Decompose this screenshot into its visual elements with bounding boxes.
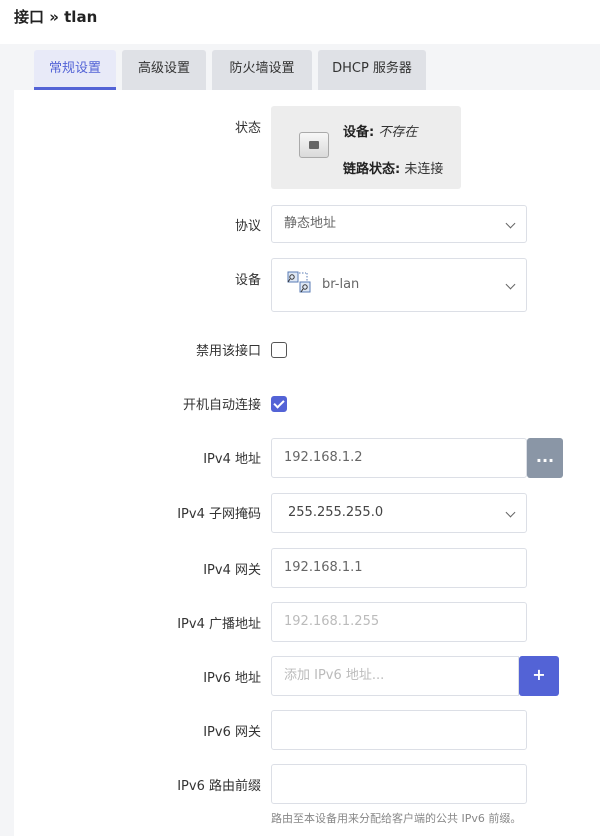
ipv6-gateway-label: IPv6 网关 xyxy=(203,725,261,740)
ipv4-broadcast-input[interactable]: 192.168.1.255 xyxy=(271,602,527,642)
status-device-key: 设备: xyxy=(343,125,375,140)
status-link-value: 未连接 xyxy=(404,162,444,177)
ipv4-address-more-button[interactable]: ... xyxy=(527,438,563,478)
status-device-line: 设备: 不存在 xyxy=(343,121,417,140)
page-title: 接口 » tlan xyxy=(14,8,98,26)
ipv4-gateway-label: IPv4 网关 xyxy=(203,563,261,578)
status-label: 状态 xyxy=(234,121,261,136)
ethernet-port-icon xyxy=(299,132,329,158)
device-label: 设备 xyxy=(234,273,261,288)
ipv4-address-input[interactable]: 192.168.1.2 xyxy=(271,438,527,478)
ipv6-add-button[interactable]: + xyxy=(519,656,559,696)
status-box: 设备: 不存在 链路状态: 未连接 xyxy=(271,106,461,189)
auto-start-checkbox[interactable] xyxy=(271,396,287,412)
ipv4-broadcast-label: IPv4 广播地址 xyxy=(177,617,261,632)
chevron-down-icon xyxy=(505,279,516,290)
device-select[interactable]: br-lan xyxy=(271,258,527,312)
protocol-label: 协议 xyxy=(234,219,261,234)
ipv4-address-label: IPv4 地址 xyxy=(203,452,261,467)
ipv4-gateway-input[interactable]: 192.168.1.1 xyxy=(271,548,527,588)
status-link-line: 链路状态: 未连接 xyxy=(343,158,443,177)
protocol-select[interactable]: 静态地址 xyxy=(271,205,527,243)
ipv4-netmask-value: 255.255.255.0 xyxy=(288,505,384,520)
ipv6-address-label: IPv6 地址 xyxy=(203,671,261,686)
tab-bar: 常规设置 高级设置 防火墙设置 DHCP 服务器 xyxy=(34,50,426,90)
disable-interface-checkbox[interactable] xyxy=(271,342,287,358)
disable-interface-label: 禁用该接口 xyxy=(195,344,261,359)
ipv4-netmask-select[interactable]: 255.255.255.0 xyxy=(271,493,527,533)
protocol-value: 静态地址 xyxy=(284,216,337,231)
tab-general[interactable]: 常规设置 xyxy=(34,50,116,90)
ipv6-prefix-hint: 路由至本设备用来分配给客户端的公共 IPv6 前缀。 xyxy=(271,812,522,825)
ipv6-address-input[interactable]: 添加 IPv6 地址... xyxy=(271,656,519,696)
auto-start-label: 开机自动连接 xyxy=(182,398,261,413)
ipv6-prefix-label: IPv6 路由前缀 xyxy=(177,779,261,794)
ipv4-netmask-label: IPv4 子网掩码 xyxy=(177,507,261,522)
tab-dhcp[interactable]: DHCP 服务器 xyxy=(318,50,426,90)
status-device-value: 不存在 xyxy=(378,125,418,140)
status-link-key: 链路状态: xyxy=(343,162,401,177)
chevron-down-icon xyxy=(505,218,516,229)
tab-firewall[interactable]: 防火墙设置 xyxy=(212,50,312,90)
device-value: br-lan xyxy=(322,277,360,292)
chevron-down-icon xyxy=(505,507,516,518)
ipv6-prefix-input[interactable] xyxy=(271,764,527,804)
tab-advanced[interactable]: 高级设置 xyxy=(122,50,206,90)
ipv6-gateway-input[interactable] xyxy=(271,710,527,750)
bridge-icon xyxy=(287,271,311,293)
